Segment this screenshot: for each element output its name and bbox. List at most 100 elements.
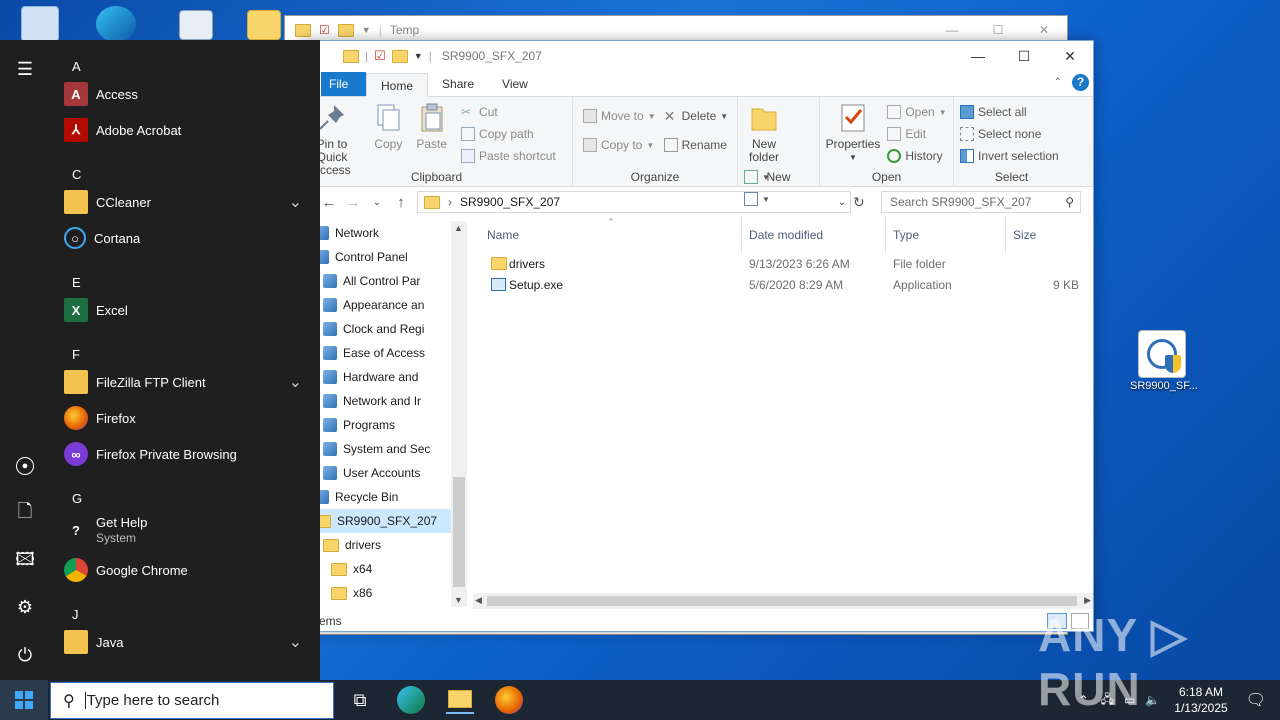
start-button[interactable]	[0, 680, 48, 720]
column-name[interactable]: Name	[487, 228, 519, 242]
tab-home[interactable]: Home	[366, 73, 429, 97]
desktop-sr9900-shortcut[interactable]: SR9900_SF...	[1130, 330, 1198, 392]
pictures-icon[interactable]: 🖾	[14, 548, 36, 570]
move-to-button[interactable]: Move to ▼	[583, 101, 656, 131]
start-app-item[interactable]: ∞ Firefox Private Browsing	[50, 436, 320, 472]
app-list[interactable]: A A Access ⅄ Adobe Acrobat C CCleaner ⌄ ○ Cortana…	[50, 40, 320, 680]
minimize-ribbon-icon[interactable]: ⌃	[1054, 77, 1062, 88]
edge-taskbar-icon[interactable]	[397, 686, 425, 714]
start-app-item[interactable]: A Access	[50, 76, 320, 112]
start-app-item[interactable]: CCleaner ⌄	[50, 184, 320, 220]
start-app-item[interactable]: Google Chrome	[50, 552, 320, 588]
settings-gear-icon[interactable]: ⚙	[14, 596, 36, 618]
nav-item[interactable]: Network and Ir	[301, 389, 451, 413]
column-date-modified[interactable]: Date modified	[749, 228, 823, 242]
nav-item[interactable]: System and Sec	[301, 437, 451, 461]
copy-path-button[interactable]: Copy path	[461, 123, 556, 145]
start-app-item[interactable]: Firefox	[50, 400, 320, 436]
title-bar[interactable]: | ☑ ▼ | SR9900_SFX_207 — ☐ ✕	[301, 41, 1093, 71]
start-letter-header[interactable]: M	[50, 660, 320, 680]
forward-arrow-icon[interactable]: →	[341, 194, 365, 211]
chevron-down-icon[interactable]: ⌄	[289, 372, 302, 392]
select-none-button[interactable]: Select none	[960, 123, 1063, 145]
file-row[interactable]: Setup.exe 5/6/2020 8:29 AM Application 9 KB	[469, 274, 1093, 295]
history-button[interactable]: History	[887, 145, 946, 167]
address-bar[interactable]: › SR9900_SFX_207 ⌄	[417, 191, 851, 213]
invert-selection-button[interactable]: Invert selection	[960, 145, 1063, 167]
tab-file[interactable]: File	[321, 72, 366, 96]
open-button[interactable]: Open ▼	[887, 101, 947, 123]
nav-item[interactable]: Recycle Bin	[301, 485, 451, 509]
scroll-down-icon[interactable]: ▼	[454, 595, 463, 605]
back-arrow-icon[interactable]: ←	[317, 194, 341, 211]
start-letter-header[interactable]: A	[50, 40, 320, 76]
scroll-left-icon[interactable]: ◀	[475, 595, 482, 606]
start-letter-header[interactable]: G	[50, 472, 320, 508]
nav-item[interactable]: Appearance an	[301, 293, 451, 317]
paste-button[interactable]: Paste	[414, 101, 450, 151]
start-app-item[interactable]: X Excel	[50, 292, 320, 328]
nav-item[interactable]: Clock and Regi	[301, 317, 451, 341]
tab-view[interactable]: View	[488, 72, 542, 96]
taskbar-search-input[interactable]: ⚲ Type here to search	[50, 682, 334, 719]
user-icon[interactable]: ●	[14, 452, 36, 475]
copy-to-button[interactable]: Copy to ▼	[583, 131, 656, 159]
start-letter-header[interactable]: E	[50, 256, 320, 292]
close-button[interactable]: ✕	[1021, 23, 1067, 37]
nav-item[interactable]: Hardware and	[301, 365, 451, 389]
desktop-recycle-bin-icon[interactable]	[10, 6, 70, 44]
scroll-up-icon[interactable]: ▲	[454, 223, 463, 233]
minimize-button[interactable]: —	[929, 23, 975, 37]
nav-item[interactable]: SR9900_SFX_207	[301, 509, 451, 533]
new-folder-icon[interactable]	[391, 49, 408, 63]
properties-button[interactable]: Properties ▼	[826, 101, 880, 164]
task-view-icon[interactable]: ⧉	[346, 686, 374, 714]
chevron-down-icon[interactable]: ⌄	[289, 632, 302, 652]
start-app-item[interactable]: ○ Cortana	[50, 220, 320, 256]
nav-item[interactable]: Programs	[301, 413, 451, 437]
desktop-file-icon[interactable]	[166, 10, 226, 42]
nav-item[interactable]: x86	[301, 581, 451, 605]
nav-item[interactable]: Control Panel	[301, 245, 451, 269]
copy-button[interactable]: Copy	[370, 101, 406, 151]
firefox-taskbar-icon[interactable]	[495, 686, 523, 714]
maximize-button[interactable]: ☐	[1001, 41, 1047, 71]
file-list[interactable]: ⌃ Name Date modified Type Size drivers 9/…	[469, 217, 1093, 611]
nav-item[interactable]: User Accounts	[301, 461, 451, 485]
start-letter-header[interactable]: F	[50, 328, 320, 364]
power-icon[interactable]: ⏻	[14, 644, 36, 666]
breadcrumb[interactable]: SR9900_SFX_207	[460, 195, 560, 209]
chevron-down-icon[interactable]: ⌄	[289, 192, 302, 212]
column-size[interactable]: Size	[1013, 228, 1036, 242]
nav-item[interactable]: Ease of Access	[301, 341, 451, 365]
column-type[interactable]: Type	[893, 228, 919, 242]
start-letter-header[interactable]: C	[50, 148, 320, 184]
address-dropdown-icon[interactable]: ⌄	[838, 197, 846, 208]
explorer-window[interactable]: | ☑ ▼ | SR9900_SFX_207 — ☐ ✕ File Home S…	[300, 40, 1094, 632]
start-app-item[interactable]: FileZilla FTP Client ⌄	[50, 364, 320, 400]
new-folder-button[interactable]: New folder	[744, 101, 784, 164]
start-app-item[interactable]: Java ⌄	[50, 624, 320, 660]
horizontal-scrollbar[interactable]: ◀ ▶	[473, 593, 1093, 609]
start-letter-header[interactable]: J	[50, 588, 320, 624]
maximize-button[interactable]: ☐	[975, 23, 1021, 37]
navigation-pane[interactable]: Network Control Panel All Control Par Appea…	[301, 221, 451, 607]
refresh-icon[interactable]: ↻	[853, 194, 865, 211]
nav-scrollbar[interactable]: ▲ ▼	[451, 221, 467, 607]
edit-button[interactable]: Edit	[887, 123, 946, 145]
minimize-button[interactable]: —	[955, 41, 1001, 71]
select-all-button[interactable]: Select all	[960, 101, 1063, 123]
nav-item[interactable]: All Control Par	[301, 269, 451, 293]
scroll-thumb[interactable]	[453, 477, 465, 587]
scroll-right-icon[interactable]: ▶	[1084, 595, 1091, 606]
customize-qat-icon[interactable]: ▼	[414, 51, 423, 61]
desktop-edge-icon[interactable]	[86, 6, 146, 44]
properties-icon[interactable]: ☑	[374, 48, 386, 64]
paste-shortcut-button[interactable]: Paste shortcut	[461, 145, 556, 167]
up-arrow-icon[interactable]: ↑	[389, 194, 413, 211]
close-button[interactable]: ✕	[1047, 41, 1093, 71]
nav-item[interactable]: drivers	[301, 533, 451, 557]
rename-button[interactable]: Rename	[663, 131, 729, 159]
file-row[interactable]: drivers 9/13/2023 6:26 AM File folder	[469, 253, 1093, 274]
tab-share[interactable]: Share	[428, 72, 488, 96]
